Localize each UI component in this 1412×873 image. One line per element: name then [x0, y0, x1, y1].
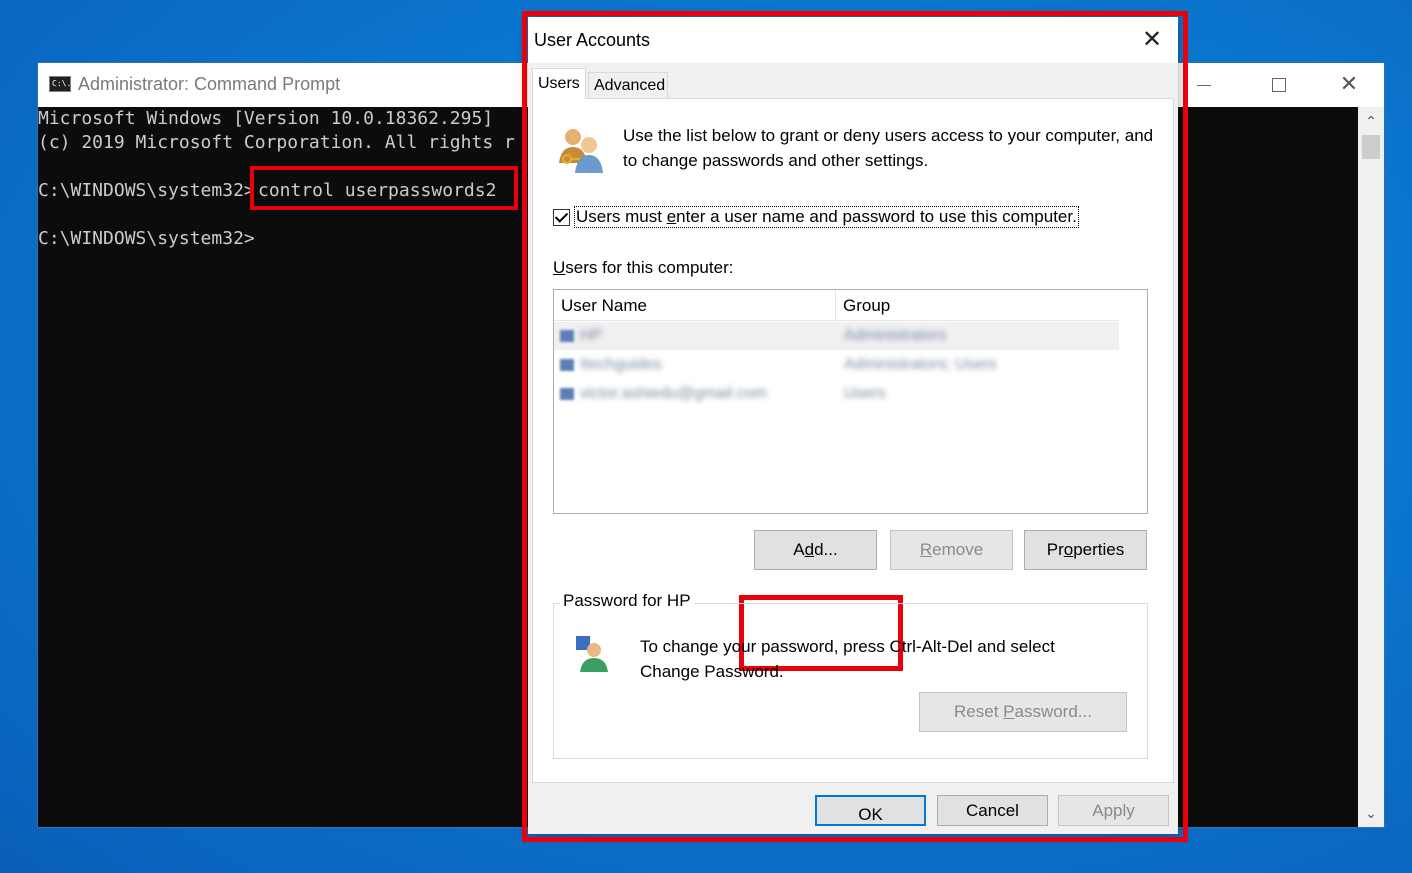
console-line: (c) 2019 Microsoft Corporation. All righ…: [38, 132, 515, 153]
cmd-close-button[interactable]: ✕: [1318, 63, 1380, 107]
table-row[interactable]: HP Administrators: [554, 322, 1119, 350]
intro-text: Use the list below to grant or deny user…: [623, 126, 1154, 170]
tab-advanced[interactable]: Advanced: [588, 72, 668, 98]
listview-header: User Name Group: [554, 290, 1119, 321]
user-name-cell: HP: [580, 327, 603, 344]
group-cell: Administrators: [844, 327, 947, 344]
users-group-icon: [559, 129, 603, 173]
user-icon: [560, 359, 574, 371]
require-password-label[interactable]: Users must enter a user name and passwor…: [574, 206, 1079, 228]
reset-password-button[interactable]: Reset Password...: [919, 692, 1127, 732]
maximize-button[interactable]: [1248, 63, 1310, 107]
console-prompt: C:\WINDOWS\system32>: [38, 180, 255, 201]
console-line: Microsoft Windows [Version 10.0.18362.29…: [38, 108, 494, 129]
cmd-app-icon: C:\.: [49, 76, 71, 92]
apply-button[interactable]: Apply: [1058, 795, 1169, 826]
user-name-cell: victor.ashiedu@gmail.com: [580, 385, 767, 402]
dialog-title: User Accounts: [534, 30, 651, 50]
password-groupbox: Password for HP To change your password,…: [553, 591, 1148, 759]
user-properties-button[interactable]: Properties: [1024, 530, 1147, 570]
scroll-thumb[interactable]: [1362, 135, 1380, 159]
require-password-row[interactable]: Users must enter a user name and passwor…: [553, 206, 1079, 228]
cmd-scrollbar[interactable]: ⌃ ⌄: [1358, 107, 1384, 827]
console-prompt: C:\WINDOWS\system32>: [38, 228, 255, 249]
require-password-checkbox[interactable]: [553, 208, 570, 226]
scroll-down-icon[interactable]: ⌄: [1358, 801, 1384, 827]
minimize-button[interactable]: [1173, 63, 1235, 107]
users-tab-panel: Use the list below to grant or deny user…: [532, 98, 1174, 783]
column-header-group[interactable]: Group: [836, 290, 1119, 320]
dialog-titlebar[interactable]: User Accounts ✕: [528, 17, 1178, 63]
password-instructions: To change your password, press Ctrl-Alt-…: [640, 637, 1055, 681]
scroll-up-icon[interactable]: ⌃: [1358, 109, 1384, 135]
add-user-button[interactable]: Add...: [754, 530, 877, 570]
password-group-title: Password for HP: [560, 591, 694, 611]
user-icon: [560, 388, 574, 400]
column-header-user-name[interactable]: User Name: [554, 290, 836, 320]
user-accounts-dialog: User Accounts ✕ Users Advanced Use the l…: [528, 17, 1178, 834]
group-cell: Administrators; Users: [844, 356, 997, 373]
command-highlight-box: [250, 166, 518, 210]
users-listview[interactable]: User Name Group HP Administrators Itechg…: [553, 289, 1148, 514]
ok-button[interactable]: OK: [815, 795, 926, 826]
user-name-cell: Itechguides: [580, 356, 662, 373]
cancel-button[interactable]: Cancel: [937, 795, 1048, 826]
table-row[interactable]: Itechguides Administrators; Users: [554, 351, 1119, 379]
user-icon: [560, 330, 574, 342]
table-row[interactable]: victor.ashiedu@gmail.com Users: [554, 380, 1119, 408]
tab-users[interactable]: Users: [532, 68, 586, 99]
users-list-label: Users for this computer:: [553, 258, 734, 277]
cmd-window-title: Administrator: Command Prompt: [78, 74, 341, 94]
user-key-icon: [576, 636, 608, 672]
remove-user-button[interactable]: Remove: [890, 530, 1013, 570]
group-cell: Users: [844, 385, 886, 402]
dialog-close-button[interactable]: ✕: [1130, 23, 1174, 57]
